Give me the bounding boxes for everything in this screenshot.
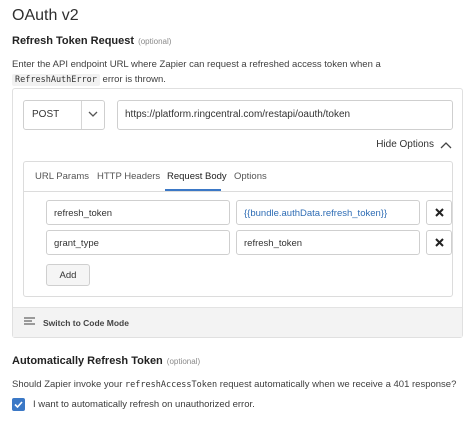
- description-text-1: Enter the API endpoint URL where Zapier …: [12, 59, 381, 70]
- auto-refresh-question: Should Zapier invoke your refreshAccessT…: [12, 377, 462, 393]
- auto-refresh-checkbox[interactable]: [12, 398, 25, 411]
- method-divider: [81, 101, 82, 129]
- remove-row-button[interactable]: [426, 200, 452, 225]
- refresh-token-heading: Refresh Token Request (optional): [12, 35, 171, 47]
- auto-refresh-heading: Automatically Refresh Token (optional): [12, 355, 200, 367]
- tab-options[interactable]: Options: [234, 171, 267, 182]
- options-tabs: URL Params HTTP Headers Request Body Opt…: [24, 162, 452, 192]
- page-title: OAuth v2: [12, 7, 79, 24]
- body-key-input[interactable]: grant_type: [46, 230, 230, 255]
- auto-refresh-checkbox-label[interactable]: I want to automatically refresh on unaut…: [33, 399, 255, 410]
- tab-http-headers[interactable]: HTTP Headers: [97, 171, 160, 182]
- method-value: POST: [32, 109, 60, 120]
- close-icon: [434, 208, 444, 217]
- body-key-input[interactable]: refresh_token: [46, 200, 230, 225]
- description-text-2: error is thrown.: [99, 74, 166, 85]
- chevron-down-icon[interactable]: [86, 107, 100, 121]
- hide-options-label: Hide Options: [376, 139, 434, 150]
- hide-options-toggle[interactable]: Hide Options: [376, 139, 452, 150]
- refresh-token-description: Enter the API endpoint URL where Zapier …: [12, 57, 462, 88]
- auto-refresh-option: I want to automatically refresh on unaut…: [12, 398, 255, 411]
- tab-request-body[interactable]: Request Body: [167, 171, 227, 182]
- chevron-up-icon: [440, 141, 452, 148]
- code-mode-bar[interactable]: Switch to Code Mode: [13, 307, 462, 337]
- body-value-input[interactable]: {{bundle.authData.refresh_token}}: [236, 200, 420, 225]
- options-box: URL Params HTTP Headers Request Body Opt…: [23, 161, 453, 297]
- checkmark-icon: [14, 401, 23, 408]
- method-select[interactable]: POST: [23, 100, 105, 130]
- close-icon: [434, 238, 444, 247]
- optional-tag: (optional): [166, 357, 201, 366]
- request-panel: POST https://platform.ringcentral.com/re…: [12, 88, 463, 338]
- code-lines-icon: [24, 317, 35, 325]
- optional-tag: (optional): [138, 37, 172, 46]
- add-row-button[interactable]: Add: [46, 264, 90, 286]
- remove-row-button[interactable]: [426, 230, 452, 255]
- code-mode-label: Switch to Code Mode: [43, 318, 129, 328]
- question-text-1: Should Zapier invoke your: [12, 379, 126, 390]
- refresh-token-heading-label: Refresh Token Request: [12, 35, 135, 47]
- body-value-input[interactable]: refresh_token: [236, 230, 420, 255]
- tab-url-params[interactable]: URL Params: [35, 171, 89, 182]
- question-code: refreshAccessToken: [125, 380, 218, 390]
- question-text-2: request automatically when we receive a …: [217, 379, 457, 390]
- active-tab-indicator: [165, 189, 221, 191]
- url-input[interactable]: https://platform.ringcentral.com/restapi…: [117, 100, 453, 130]
- description-code: RefreshAuthError: [12, 74, 100, 86]
- auto-refresh-heading-label: Automatically Refresh Token: [12, 355, 163, 367]
